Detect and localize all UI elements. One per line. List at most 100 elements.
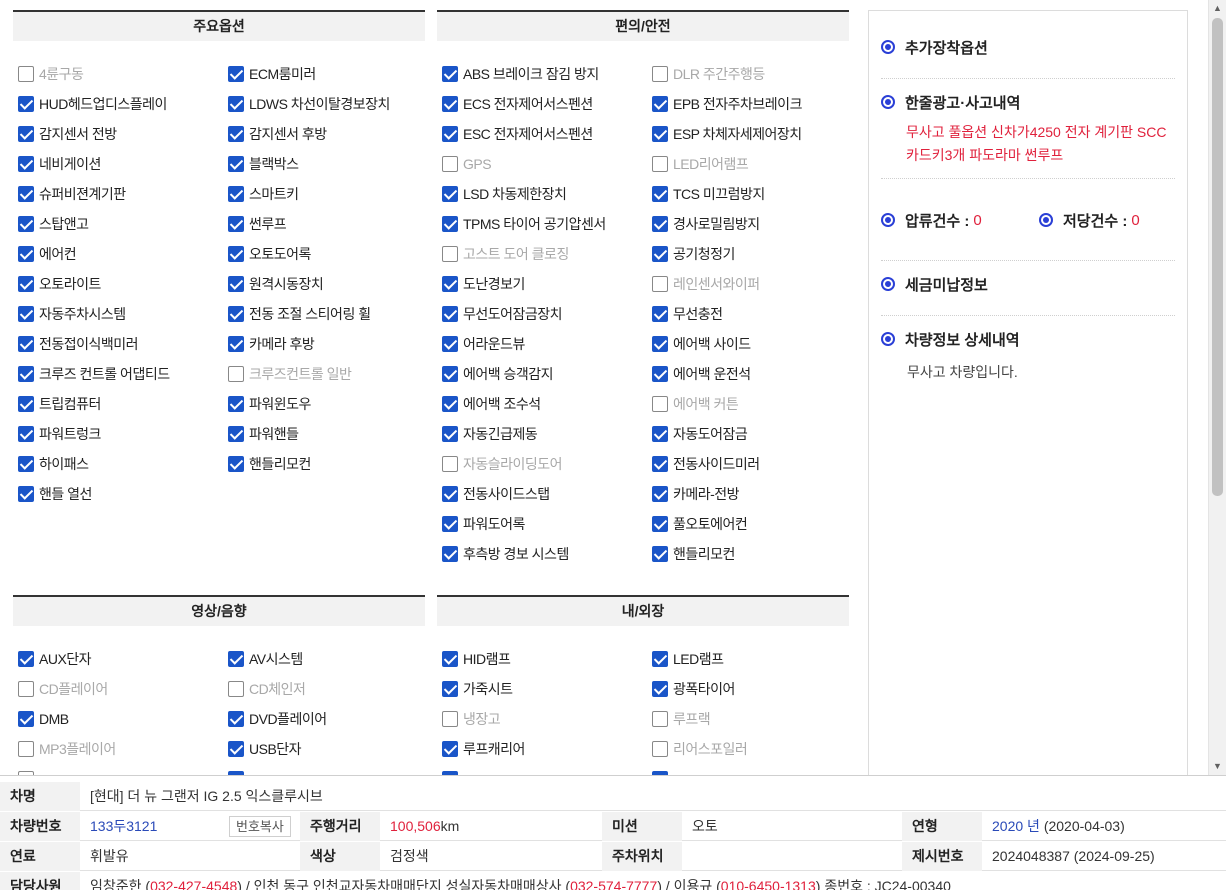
option-item[interactable]: 핸들리모컨 — [652, 544, 735, 564]
option-item[interactable]: 무선충전 — [652, 304, 723, 324]
option-item[interactable]: 전동 조절 스티어링 휠 — [228, 304, 371, 324]
checkbox-checked-icon[interactable] — [652, 366, 668, 382]
checkbox-unchecked-icon[interactable] — [652, 741, 668, 757]
option-item[interactable]: 무선도어잠금장치 — [442, 304, 563, 324]
checkbox-unchecked-icon[interactable] — [18, 66, 34, 82]
option-item[interactable]: 에어백 커튼 — [652, 394, 739, 414]
option-item[interactable]: 광폭타이어 — [652, 679, 735, 699]
option-item[interactable]: LSD 차동제한장치 — [442, 184, 567, 204]
option-item[interactable]: 핸들리모컨 — [228, 454, 311, 474]
option-item[interactable]: LDWS 차선이탈경보장치 — [228, 94, 390, 114]
checkbox-checked-icon[interactable] — [228, 96, 244, 112]
option-item[interactable]: 전동사이드스탭 — [442, 484, 550, 504]
checkbox-checked-icon[interactable] — [18, 711, 34, 727]
checkbox-checked-icon[interactable] — [228, 306, 244, 322]
option-item[interactable]: 에어컨 — [18, 244, 77, 264]
checkbox-checked-icon[interactable] — [442, 486, 458, 502]
option-item[interactable]: TPMS 타이어 공기압센서 — [442, 214, 606, 234]
checkbox-unchecked-icon[interactable] — [18, 741, 34, 757]
checkbox-checked-icon[interactable] — [442, 186, 458, 202]
checkbox-checked-icon[interactable] — [442, 276, 458, 292]
checkbox-checked-icon[interactable] — [652, 216, 668, 232]
option-item[interactable]: 감지센서 전방 — [18, 124, 117, 144]
checkbox-checked-icon[interactable] — [442, 336, 458, 352]
option-item[interactable]: 경사로밀림방지 — [652, 214, 760, 234]
checkbox-unchecked-icon[interactable] — [652, 396, 668, 412]
checkbox-checked-icon[interactable] — [18, 456, 34, 472]
checkbox-unchecked-icon[interactable] — [652, 711, 668, 727]
checkbox-checked-icon[interactable] — [652, 546, 668, 562]
option-item[interactable]: AUX단자 — [18, 649, 92, 669]
option-item[interactable]: 전동접이식백미러 — [18, 334, 139, 354]
checkbox-checked-icon[interactable] — [228, 456, 244, 472]
option-item[interactable]: HUD헤드업디스플레이 — [18, 94, 167, 114]
option-item[interactable]: 공기청정기 — [652, 244, 735, 264]
option-item[interactable]: 썬루프 — [228, 214, 287, 234]
option-item[interactable]: DLR 주간주행등 — [652, 64, 765, 84]
option-item[interactable]: AV시스템 — [228, 649, 303, 669]
checkbox-checked-icon[interactable] — [228, 186, 244, 202]
checkbox-checked-icon[interactable] — [442, 426, 458, 442]
option-item[interactable]: GPS — [442, 154, 492, 174]
checkbox-checked-icon[interactable] — [442, 66, 458, 82]
checkbox-checked-icon[interactable] — [652, 651, 668, 667]
option-item[interactable]: 리어스포일러 — [652, 739, 748, 759]
checkbox-checked-icon[interactable] — [18, 246, 34, 262]
option-item[interactable]: 에어백 승객감지 — [442, 364, 554, 384]
option-item[interactable]: ECM룸미러 — [228, 64, 316, 84]
option-item[interactable]: USB단자 — [228, 739, 302, 759]
contact-phone[interactable]: 010-6450-1313 — [721, 878, 816, 890]
checkbox-checked-icon[interactable] — [228, 126, 244, 142]
option-item[interactable]: ESC 전자제어서스펜션 — [442, 124, 593, 144]
checkbox-checked-icon[interactable] — [652, 426, 668, 442]
option-item[interactable]: 크루즈 컨트롤 어댑티드 — [18, 364, 170, 384]
checkbox-checked-icon[interactable] — [228, 741, 244, 757]
dealer-phone[interactable]: 032-427-4548 — [150, 878, 237, 890]
option-item[interactable]: 4륜구동 — [18, 64, 84, 84]
option-item[interactable]: 스마트키 — [228, 184, 299, 204]
option-item[interactable]: LED램프 — [652, 649, 724, 669]
option-item[interactable]: 감지센서 후방 — [228, 124, 327, 144]
option-item[interactable]: 자동도어잠금 — [652, 424, 748, 444]
vertical-scrollbar[interactable]: ▲ ▼ — [1208, 0, 1226, 775]
checkbox-checked-icon[interactable] — [18, 651, 34, 667]
checkbox-checked-icon[interactable] — [442, 651, 458, 667]
checkbox-checked-icon[interactable] — [228, 396, 244, 412]
option-item[interactable]: 에어백 조수석 — [442, 394, 541, 414]
option-item[interactable]: 후측방 경보 시스템 — [442, 544, 569, 564]
checkbox-checked-icon[interactable] — [18, 306, 34, 322]
checkbox-checked-icon[interactable] — [442, 216, 458, 232]
option-item[interactable]: 하이패스 — [18, 454, 89, 474]
option-item[interactable]: ABS 브레이크 잠김 방지 — [442, 64, 599, 84]
checkbox-checked-icon[interactable] — [228, 156, 244, 172]
checkbox-checked-icon[interactable] — [228, 651, 244, 667]
checkbox-checked-icon[interactable] — [652, 336, 668, 352]
checkbox-unchecked-icon[interactable] — [652, 156, 668, 172]
checkbox-checked-icon[interactable] — [442, 681, 458, 697]
checkbox-checked-icon[interactable] — [18, 486, 34, 502]
checkbox-unchecked-icon[interactable] — [442, 246, 458, 262]
option-item[interactable]: 원격시동장치 — [228, 274, 324, 294]
option-item[interactable]: 파워핸들 — [228, 424, 299, 444]
scroll-down-icon[interactable]: ▼ — [1209, 758, 1226, 775]
option-item[interactable]: HID램프 — [442, 649, 511, 669]
company-phone[interactable]: 032-574-7777 — [570, 878, 657, 890]
option-item[interactable]: 파워도어록 — [442, 514, 525, 534]
option-item[interactable]: 크루즈컨트롤 일반 — [228, 364, 352, 384]
checkbox-checked-icon[interactable] — [442, 126, 458, 142]
option-item[interactable]: CD체인저 — [228, 679, 306, 699]
checkbox-unchecked-icon[interactable] — [652, 66, 668, 82]
option-item[interactable]: 자동주차시스템 — [18, 304, 126, 324]
option-item[interactable]: 전동사이드미러 — [652, 454, 760, 474]
checkbox-checked-icon[interactable] — [652, 306, 668, 322]
checkbox-checked-icon[interactable] — [442, 396, 458, 412]
checkbox-checked-icon[interactable] — [228, 336, 244, 352]
checkbox-checked-icon[interactable] — [18, 186, 34, 202]
checkbox-unchecked-icon[interactable] — [442, 711, 458, 727]
checkbox-unchecked-icon[interactable] — [442, 156, 458, 172]
checkbox-checked-icon[interactable] — [442, 516, 458, 532]
option-item[interactable]: MP3플레이어 — [18, 739, 116, 759]
checkbox-checked-icon[interactable] — [18, 216, 34, 232]
option-item[interactable]: 루프캐리어 — [442, 739, 525, 759]
checkbox-checked-icon[interactable] — [442, 96, 458, 112]
